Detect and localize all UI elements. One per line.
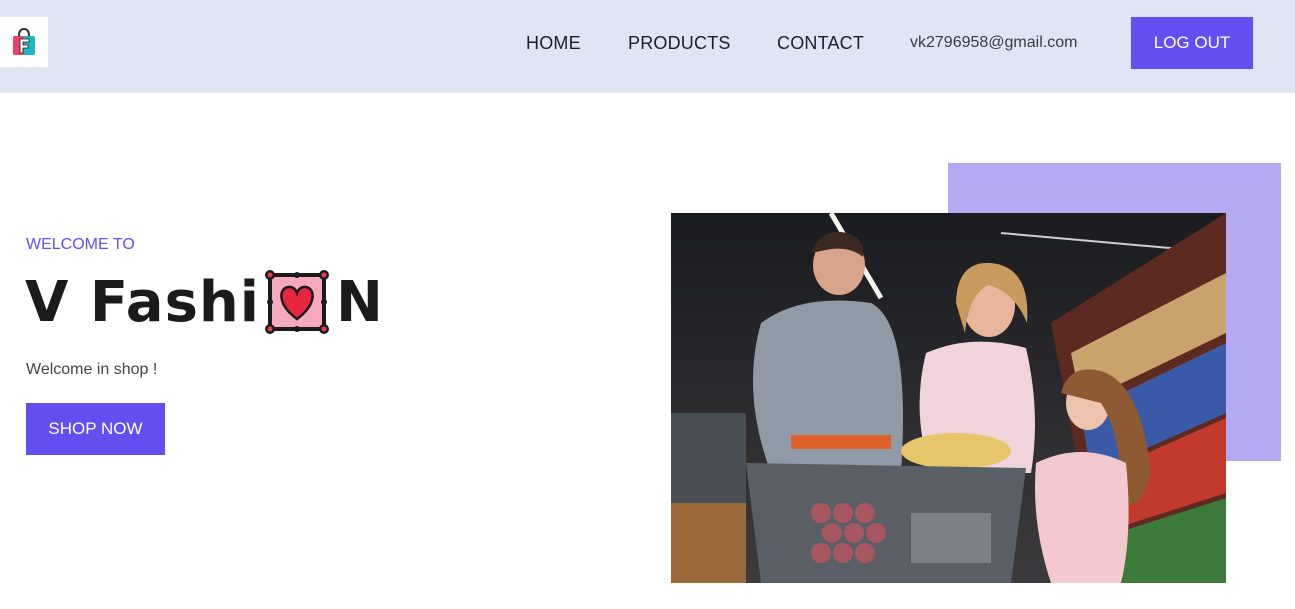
hero-title: V Fashi N xyxy=(25,268,384,336)
nav-contact-link[interactable]: CONTACT xyxy=(777,33,864,54)
nav-products-link[interactable]: PRODUCTS xyxy=(628,33,731,54)
hero-title-prefix: V Fashi xyxy=(25,269,260,335)
hero-subtitle: Welcome in shop ! xyxy=(26,361,158,378)
brand-logo[interactable] xyxy=(0,17,48,67)
heart-frame-emoji-icon xyxy=(264,269,330,335)
navbar: HOME PRODUCTS CONTACT vk2796958@gmail.co… xyxy=(0,0,1295,93)
logout-button[interactable]: LOG OUT xyxy=(1131,17,1253,69)
family-grocery-shopping-photo xyxy=(671,213,1226,583)
hero-eyebrow: WELCOME TO xyxy=(26,236,135,253)
shopping-bag-logo-icon xyxy=(13,27,35,55)
hero-title-suffix: N xyxy=(336,269,384,335)
shop-now-button[interactable]: SHOP NOW xyxy=(26,403,165,455)
user-email: vk2796958@gmail.com xyxy=(910,34,1078,51)
nav-home-link[interactable]: HOME xyxy=(526,33,581,54)
